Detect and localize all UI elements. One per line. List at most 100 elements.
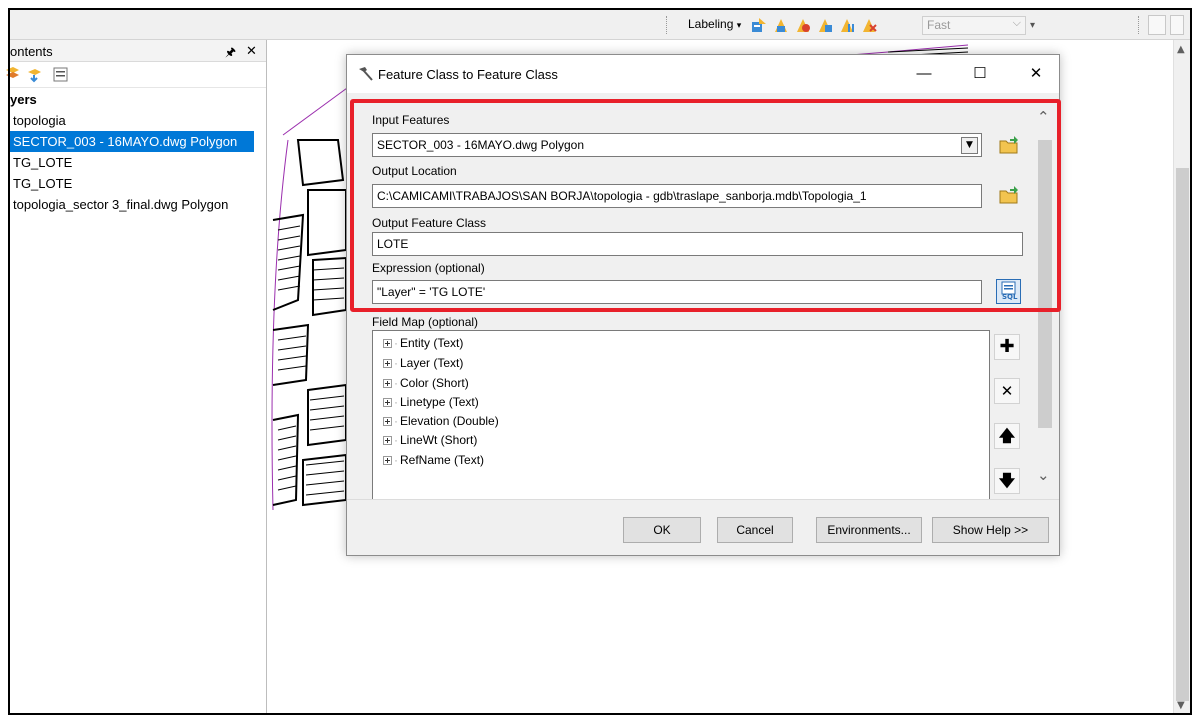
output-location-field[interactable]: C:\CAMICAMI\TRABAJOS\SAN BORJA\topologia…	[372, 184, 982, 208]
field-map-item-label: LineWt (Short)	[400, 433, 478, 447]
ok-button[interactable]: OK	[623, 517, 701, 543]
toolbar-separator	[1138, 16, 1139, 34]
expression-label: Expression (optional)	[372, 261, 485, 275]
move-down-icon[interactable]: 🡇	[994, 468, 1020, 494]
close-icon[interactable]: ✕	[1025, 63, 1047, 85]
chevron-down-icon: ⌵	[1012, 17, 1021, 29]
input-features-combobox[interactable]: SECTOR_003 - 16MAYO.dwg Polygon	[372, 133, 982, 157]
tree-connector: ·	[394, 433, 398, 447]
scroll-up-icon[interactable]: ⌃	[1037, 108, 1050, 126]
field-map-item[interactable]: · RefName (Text)	[383, 453, 484, 467]
tree-connector: ·	[394, 414, 398, 428]
map-boundary-line	[271, 139, 289, 511]
expand-icon[interactable]	[383, 379, 392, 389]
input-features-label: Input Features	[372, 113, 450, 127]
input-features-value: SECTOR_003 - 16MAYO.dwg Polygon	[377, 138, 584, 152]
expand-icon[interactable]	[383, 456, 392, 466]
field-map-item[interactable]: · Entity (Text)	[383, 336, 463, 350]
layer-item[interactable]: TG_LOTE	[10, 173, 266, 194]
scroll-up-icon[interactable]: ▲	[1177, 44, 1185, 55]
dialog-footer: OK Cancel Environments... Show Help >>	[347, 499, 1059, 555]
pause-labeling-icon[interactable]	[838, 16, 856, 34]
full-extent-icon[interactable]	[1148, 15, 1166, 35]
scrollbar-thumb[interactable]	[1038, 140, 1052, 428]
sql-label: SQL	[1002, 293, 1018, 301]
field-map-list[interactable]: · Entity (Text) · Layer (Text) · Color (Sho…	[372, 330, 990, 501]
show-help-button[interactable]: Show Help >>	[932, 517, 1049, 543]
form-vertical-scrollbar[interactable]: ⌃ ⌄	[1037, 108, 1053, 500]
options-icon[interactable]	[52, 66, 69, 83]
layer-item[interactable]: topologia	[10, 110, 266, 131]
scroll-down-icon[interactable]: ⌄	[1037, 466, 1050, 484]
expand-icon[interactable]	[383, 339, 392, 349]
open-folder-icon[interactable]	[998, 185, 1020, 207]
output-location-label: Output Location	[372, 164, 457, 178]
label-manager-icon[interactable]	[750, 16, 768, 34]
sql-builder-button[interactable]: SQL	[996, 279, 1021, 304]
dialog-titlebar[interactable]: Feature Class to Feature Class — ☐ ✕	[347, 55, 1059, 93]
field-map-item[interactable]: · LineWt (Short)	[383, 433, 477, 447]
toc-title: ontents	[10, 44, 53, 59]
labeling-menu[interactable]: Labeling ▾	[688, 17, 741, 31]
expression-field[interactable]: "Layer" = 'TG LOTE'	[372, 280, 982, 304]
dialog-title: Feature Class to Feature Class	[378, 67, 558, 82]
field-map-item[interactable]: · Linetype (Text)	[383, 395, 479, 409]
field-map-item-label: Linetype (Text)	[400, 395, 479, 409]
toolbar-options-icon[interactable]: ▾	[1030, 20, 1035, 31]
labeling-menu-label: Labeling	[688, 17, 734, 31]
fixed-zoom-icon[interactable]	[1170, 15, 1184, 35]
field-map-item[interactable]: · Elevation (Double)	[383, 414, 499, 428]
layers-group-label: yers	[10, 92, 37, 107]
output-feature-class-value: LOTE	[377, 237, 409, 251]
field-map-item[interactable]: · Color (Short)	[383, 376, 469, 390]
output-feature-class-field[interactable]: LOTE	[372, 232, 1023, 256]
environments-button[interactable]: Environments...	[816, 517, 922, 543]
labeling-toolbar: Labeling ▾ Fast ⌵ ▾	[10, 10, 1190, 40]
tool-parameters-form: Input Features SECTOR_003 - 16MAYO.dwg P…	[347, 93, 1039, 501]
label-quality-select[interactable]: Fast ⌵	[922, 16, 1026, 35]
layer-item[interactable]: topologia_sector 3_final.dwg Polygon	[10, 194, 266, 215]
expand-icon[interactable]	[383, 359, 392, 369]
scrollbar-thumb[interactable]	[1176, 168, 1189, 701]
add-field-icon[interactable]: ✚	[994, 334, 1020, 360]
layer-item-selected[interactable]: SECTOR_003 - 16MAYO.dwg Polygon	[10, 131, 254, 152]
toc-toolbar	[6, 62, 266, 88]
field-map-item-label: Entity (Text)	[400, 336, 464, 350]
field-map-item-label: Color (Short)	[400, 376, 469, 390]
map-vertical-scrollbar[interactable]: ▲ ▼	[1173, 40, 1190, 715]
layer-item[interactable]: TG_LOTE	[10, 152, 266, 173]
view-unplaced-labels-icon[interactable]	[860, 16, 878, 34]
expand-icon[interactable]	[383, 436, 392, 446]
delete-field-icon[interactable]: ✕	[994, 378, 1020, 404]
lock-labels-icon[interactable]	[816, 16, 834, 34]
tree-connector: ·	[394, 376, 398, 390]
expand-icon[interactable]	[383, 417, 392, 427]
layers-list: yers topologia SECTOR_003 - 16MAYO.dwg P…	[10, 88, 266, 215]
tree-connector: ·	[394, 336, 398, 350]
move-up-icon[interactable]: 🡅	[994, 423, 1020, 449]
label-priority-icon[interactable]	[772, 16, 790, 34]
hammer-icon	[359, 67, 373, 81]
table-of-contents-panel: ontents 🖈 ✕ yers topologia SECTOR_003 - …	[6, 40, 267, 715]
pin-icon[interactable]: 🖈	[225, 43, 236, 64]
list-by-source-icon[interactable]	[4, 66, 21, 83]
feature-class-to-feature-class-dialog: Feature Class to Feature Class — ☐ ✕ Inp…	[346, 54, 1060, 556]
field-map-item[interactable]: · Layer (Text)	[383, 356, 463, 370]
list-by-visibility-icon[interactable]	[26, 66, 43, 83]
maximize-icon[interactable]: ☐	[969, 63, 991, 85]
expression-value: "Layer" = 'TG LOTE'	[377, 285, 486, 299]
close-icon[interactable]: ✕	[246, 43, 257, 59]
minimize-icon[interactable]: —	[913, 63, 935, 85]
open-folder-icon[interactable]	[998, 135, 1020, 157]
toolbar-separator	[666, 16, 667, 34]
expand-icon[interactable]	[383, 398, 392, 408]
field-map-label: Field Map (optional)	[372, 315, 479, 329]
tree-connector: ·	[394, 356, 398, 370]
field-map-item-label: Layer (Text)	[400, 356, 464, 370]
scroll-down-icon[interactable]: ▼	[1177, 700, 1185, 711]
parcel-blocks	[272, 139, 347, 507]
label-weights-icon[interactable]	[794, 16, 812, 34]
cancel-button[interactable]: Cancel	[717, 517, 793, 543]
toc-header: ontents 🖈 ✕	[10, 40, 266, 62]
chevron-down-icon[interactable]: ▼	[961, 137, 978, 154]
